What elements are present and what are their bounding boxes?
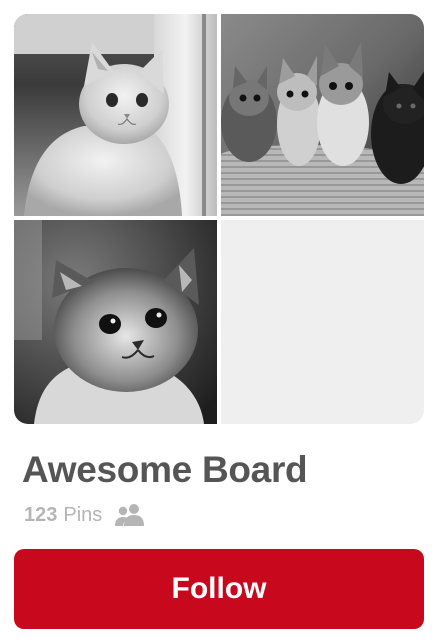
board-card[interactable]: Awesome Board 123 Pins Follow	[0, 0, 436, 644]
follow-button[interactable]: Follow	[14, 549, 424, 629]
pins-label: Pins	[63, 503, 103, 526]
kitten-closeup-photo	[14, 220, 217, 424]
group-icon	[114, 503, 146, 527]
pin-count: 123	[24, 503, 58, 526]
board-meta: 123 Pins	[24, 501, 146, 529]
board-title[interactable]: Awesome Board	[22, 446, 308, 494]
board-cover-image-2	[221, 14, 424, 216]
kitten-by-door-photo	[14, 14, 217, 216]
board-cover-empty-slot	[221, 220, 424, 424]
board-cover-grid[interactable]	[14, 14, 424, 424]
kittens-in-basket-photo	[221, 14, 424, 216]
board-cover-image-1	[14, 14, 217, 216]
board-cover-image-3	[14, 220, 217, 424]
